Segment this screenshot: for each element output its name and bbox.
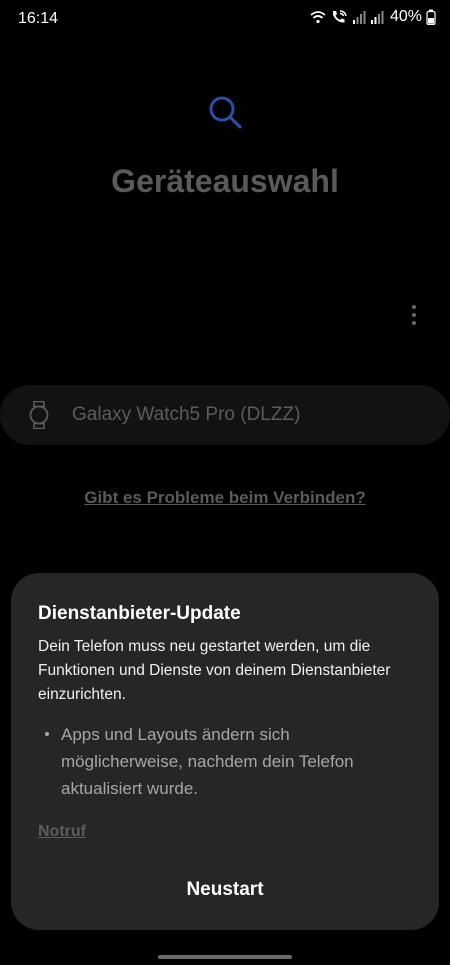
carrier-update-dialog: Dienstanbieter-Update Dein Telefon muss … (11, 573, 439, 930)
screen: 16:14 40% Geräteauswahl Galaxy Watch5 Pr… (0, 0, 450, 965)
more-vert-icon[interactable] (404, 300, 424, 330)
signal-icon (370, 11, 384, 24)
status-icons: 40% (310, 8, 436, 26)
connection-help-link[interactable]: Gibt es Probleme beim Verbinden? (0, 488, 450, 508)
status-bar: 16:14 40% (0, 0, 450, 40)
watch-icon (29, 401, 49, 429)
page-title: Geräteauswahl (111, 163, 339, 199)
status-time: 16:14 (18, 10, 59, 27)
dialog-title: Dienstanbieter-Update (38, 603, 241, 624)
restart-button[interactable]: Neustart (11, 873, 439, 907)
bullet-dot-icon (45, 732, 49, 736)
dialog-body: Dein Telefon muss neu gestartet werden, … (38, 638, 391, 703)
bullet-text: Apps und Layouts ändern sich möglicherwe… (61, 725, 354, 798)
emergency-call-link[interactable]: Notruf (38, 823, 86, 841)
wifi-calling-icon (332, 10, 347, 23)
device-name: Galaxy Watch5 Pro (DLZZ) (72, 404, 301, 425)
wifi-icon (310, 11, 326, 24)
search-icon (209, 96, 242, 129)
device-list-item[interactable]: Galaxy Watch5 Pro (DLZZ) (0, 385, 450, 445)
battery-percentage: 40% (389, 8, 422, 25)
battery-icon (426, 9, 436, 25)
navigation-handle[interactable] (158, 955, 292, 959)
signal-icon (352, 11, 366, 24)
